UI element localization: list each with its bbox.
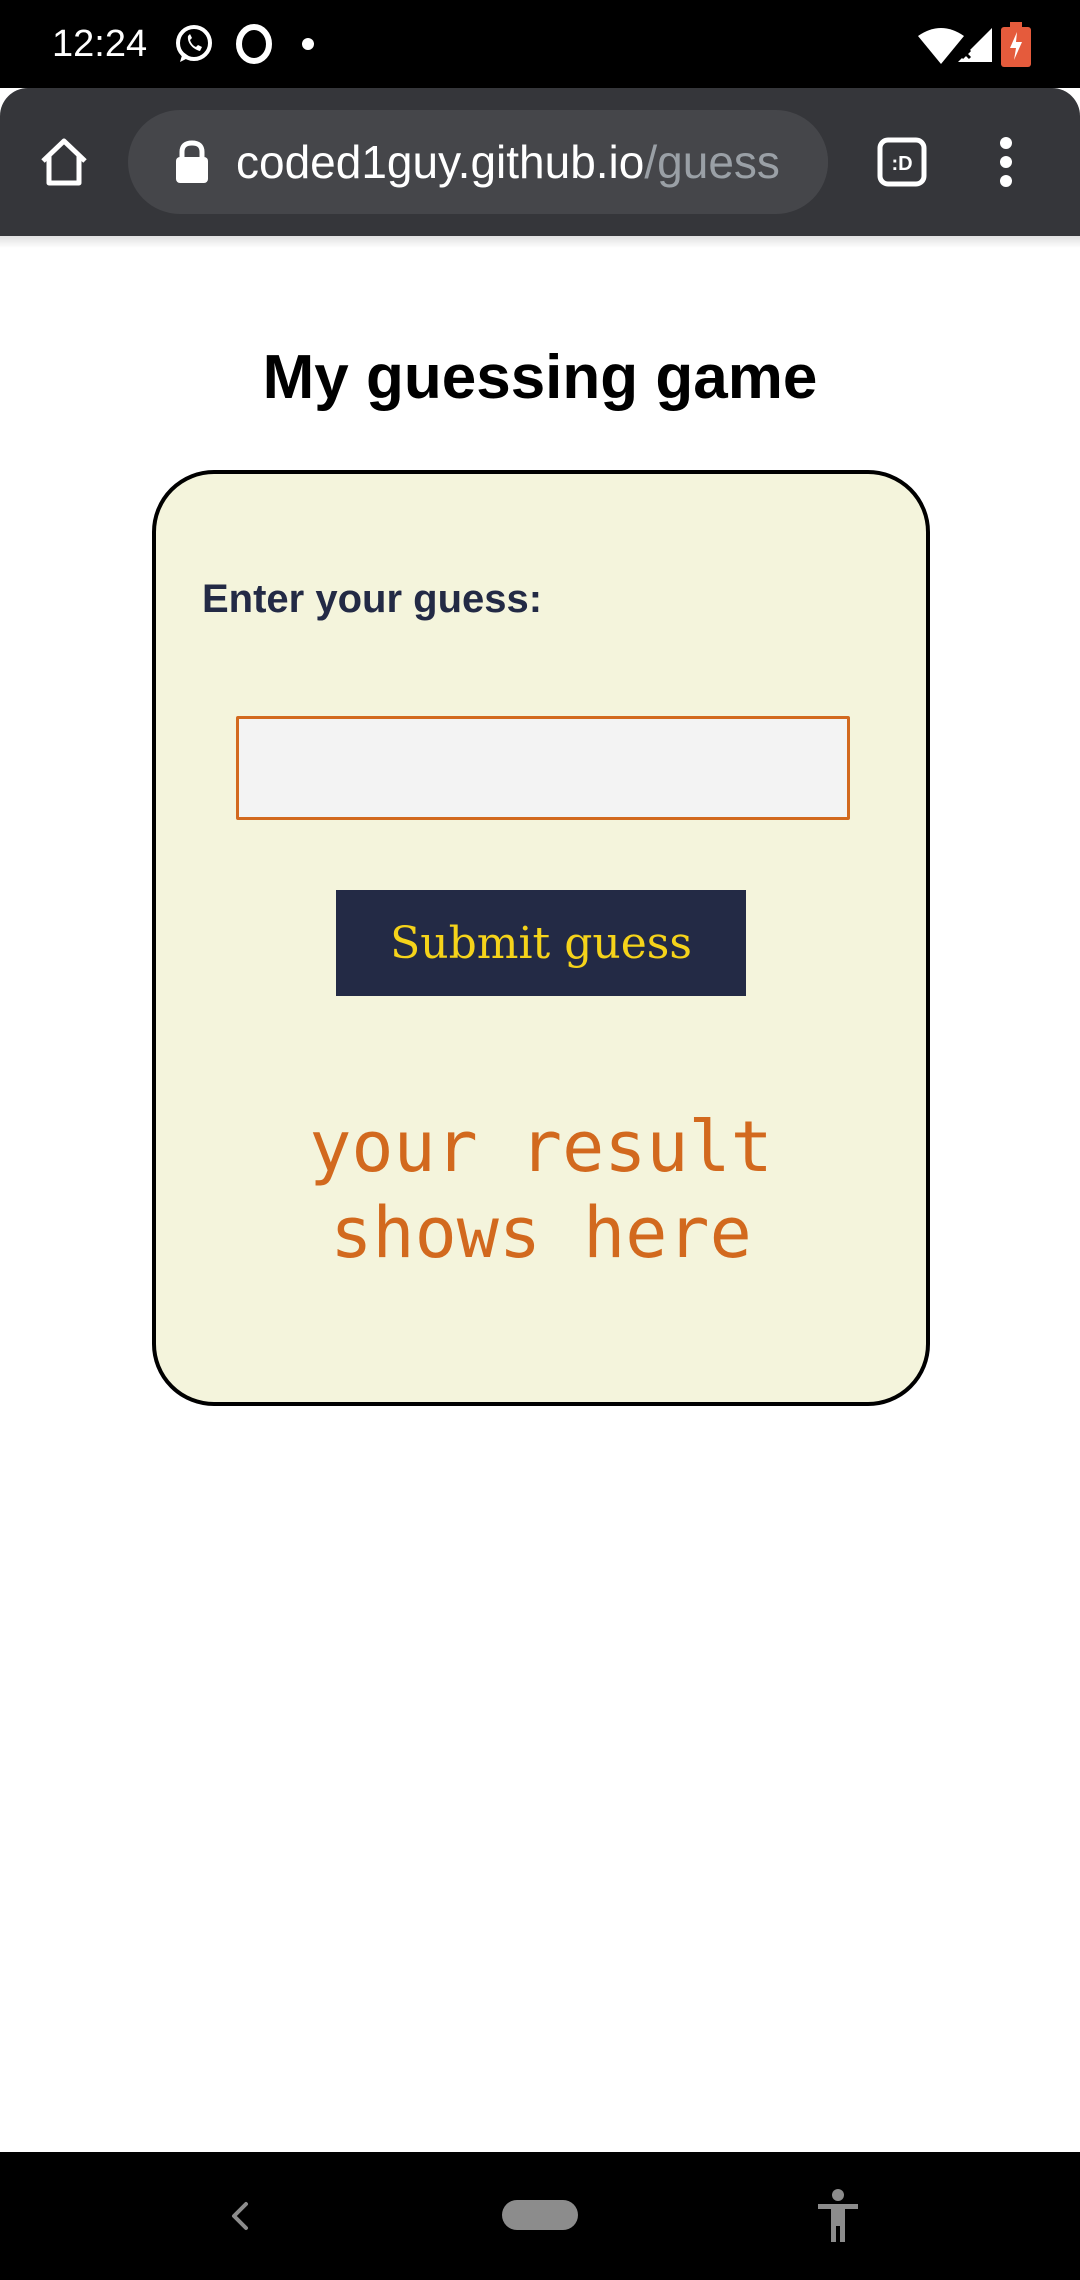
- opera-icon: [236, 24, 272, 64]
- back-icon[interactable]: [218, 2192, 262, 2240]
- notification-dot: [302, 38, 314, 50]
- guess-label: Enter your guess:: [202, 577, 543, 621]
- tab-switcher-label: :D: [891, 153, 912, 175]
- submit-guess-button[interactable]: Submit guess: [336, 890, 746, 996]
- browser-home-button[interactable]: [24, 122, 104, 202]
- result-text: your result shows here: [156, 1104, 926, 1276]
- home-icon: [41, 138, 87, 186]
- tab-switcher-button[interactable]: :D: [862, 122, 942, 202]
- result-line-1: your result: [309, 1106, 773, 1188]
- web-page: My guessing game Enter your guess: Submi…: [0, 236, 1080, 2152]
- accessibility-icon[interactable]: [814, 2188, 862, 2244]
- battery-icon: [1001, 22, 1031, 67]
- game-card: Enter your guess: Submit guess your resu…: [152, 470, 930, 1406]
- home-pill[interactable]: [502, 2200, 578, 2230]
- url-text: coded1guy.github.io/guess: [236, 134, 816, 190]
- lock-icon: [176, 140, 208, 183]
- navigation-bar: [0, 2152, 1080, 2280]
- browser-menu-button[interactable]: [966, 122, 1046, 202]
- status-time: 12:24: [52, 23, 148, 65]
- whatsapp-icon: [176, 25, 212, 62]
- menu-icon: [1000, 137, 1012, 187]
- url-bar[interactable]: coded1guy.github.io/guess: [128, 110, 828, 214]
- browser-toolbar: coded1guy.github.io/guess :D: [0, 88, 1080, 236]
- result-line-2: shows here: [330, 1192, 752, 1274]
- guess-input[interactable]: [236, 716, 850, 820]
- signal-icon: [958, 28, 992, 62]
- tab-switcher-icon: :D: [877, 137, 927, 187]
- url-host: coded1guy.github.io: [236, 136, 645, 188]
- status-bar: 12:24: [0, 0, 1080, 88]
- url-path: /guess: [644, 136, 780, 188]
- toolbar-shadow: [0, 236, 1080, 248]
- page-title: My guessing game: [262, 343, 818, 412]
- url-fade: [788, 110, 828, 214]
